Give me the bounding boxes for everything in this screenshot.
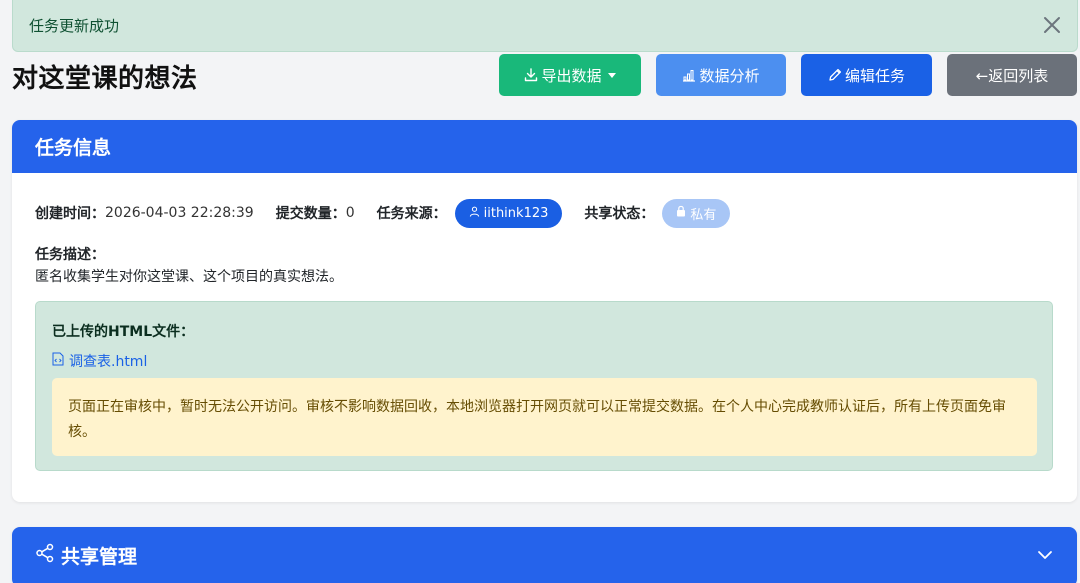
submission-count-value: 0 — [345, 205, 355, 221]
download-icon — [524, 68, 538, 82]
user-icon — [469, 206, 480, 221]
data-analysis-label: 数据分析 — [699, 66, 760, 85]
task-meta-row: 创建时间： 2026-04-03 22:28:39 提交数量： 0 任务来源： … — [35, 198, 1054, 228]
source-user-badge[interactable]: iithink123 — [454, 198, 563, 228]
back-to-list-label: ←返回列表 — [975, 66, 1049, 85]
task-info-header: 任务信息 — [12, 120, 1077, 173]
file-code-icon — [52, 352, 64, 370]
bar-chart-icon — [682, 68, 696, 82]
export-data-button[interactable]: 导出数据 — [499, 54, 641, 96]
submission-count-label: 提交数量： — [275, 206, 346, 222]
share-management-card[interactable]: 共享管理 — [12, 527, 1077, 583]
source-user-name: iithink123 — [483, 205, 549, 221]
alert-message: 任务更新成功 — [29, 17, 120, 35]
private-status-text: 私有 — [690, 207, 717, 223]
file-name: 调查表.html — [69, 354, 148, 370]
chevron-down-icon[interactable] — [1037, 546, 1053, 568]
review-notice-text: 页面正在审核中，暂时无法公开访问。审核不影响数据回收，本地浏览器打开网页就可以正… — [68, 399, 1006, 440]
file-link[interactable]: 调查表.html — [52, 351, 147, 371]
task-info-card: 任务信息 创建时间： 2026-04-03 22:28:39 提交数量： 0 任… — [12, 120, 1077, 502]
share-icon — [35, 543, 55, 568]
share-status-label: 共享状态： — [584, 206, 655, 222]
edit-task-label: 编辑任务 — [844, 66, 905, 85]
lock-icon — [676, 205, 686, 221]
created-time-label: 创建时间： — [35, 206, 105, 222]
task-source-label: 任务来源： — [376, 206, 447, 222]
private-status-badge: 私有 — [662, 198, 731, 228]
review-notice: 页面正在审核中，暂时无法公开访问。审核不影响数据回收，本地浏览器打开网页就可以正… — [52, 378, 1037, 456]
uploaded-files-box: 已上传的HTML文件： 调查表.html 页面正在审核中，暂时无法公开访问。审核… — [35, 301, 1053, 471]
uploaded-files-title: 已上传的HTML文件： — [52, 324, 195, 340]
task-info-title: 任务信息 — [35, 137, 112, 159]
share-management-header[interactable]: 共享管理 — [12, 527, 1077, 583]
task-description-label: 任务描述： — [35, 247, 105, 263]
caret-down-icon — [607, 72, 616, 78]
edit-task-button[interactable]: 编辑任务 — [801, 54, 932, 96]
back-to-list-button[interactable]: ←返回列表 — [947, 54, 1077, 96]
success-alert: 任务更新成功 — [12, 0, 1078, 52]
data-analysis-button[interactable]: 数据分析 — [656, 54, 786, 96]
pencil-icon — [828, 68, 842, 82]
task-description-text: 匿名收集学生对你这堂课、这个项目的真实想法。 — [35, 269, 343, 285]
share-management-title: 共享管理 — [61, 545, 138, 568]
close-icon[interactable] — [1039, 12, 1065, 38]
created-time-value: 2026-04-03 22:28:39 — [105, 205, 254, 221]
export-data-label: 导出数据 — [541, 66, 602, 85]
page-title: 对这堂课的想法 — [12, 64, 198, 94]
